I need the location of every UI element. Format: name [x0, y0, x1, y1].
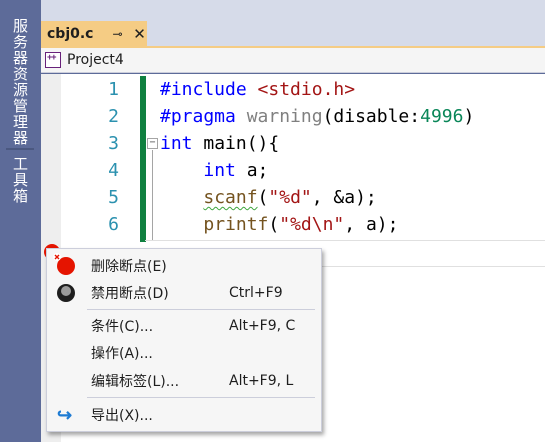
document-tab-title: cbj0.c	[47, 25, 94, 42]
menu-separator	[87, 397, 315, 398]
function-call-warning: scanf	[203, 187, 258, 208]
export-icon: ↪	[57, 405, 73, 425]
pragma-keyword: warning	[246, 106, 323, 127]
menu-item-edit-labels[interactable]: 编辑标签(L)... Alt+F9, L	[47, 368, 321, 394]
change-tracking-bar	[140, 76, 146, 242]
menu-item-conditions[interactable]: 条件(C)... Alt+F9, C	[47, 313, 321, 339]
project-dropdown[interactable]: Project4	[67, 52, 124, 68]
menu-separator	[87, 309, 315, 310]
document-tab-strip: cbj0.c ⊸ ✕	[41, 20, 545, 46]
close-icon[interactable]: ✕	[132, 25, 146, 43]
menu-label: 删除断点(E)	[91, 259, 167, 275]
pin-icon[interactable]: ⊸	[110, 27, 124, 41]
declaration: a;	[235, 160, 269, 181]
line-number: 2	[108, 106, 119, 127]
line-number: 1	[108, 79, 119, 100]
line-number: 3	[108, 133, 119, 154]
call-args: , &a);	[311, 187, 377, 208]
menu-item-actions[interactable]: 操作(A)...	[47, 340, 321, 366]
type-keyword: int	[160, 133, 193, 154]
code-line-1[interactable]: #include <stdio.h>	[160, 76, 355, 103]
pragma-args: (disable:	[322, 106, 421, 127]
warning-number: 4996	[420, 106, 464, 127]
paren: (	[268, 214, 280, 235]
menu-label: 导出(X)...	[91, 408, 153, 424]
outline-collapse-icon[interactable]: −	[147, 138, 158, 149]
line-number: 5	[108, 187, 119, 208]
line-number: 6	[108, 214, 119, 235]
server-explorer-tab[interactable]: 服务器资源管理器	[8, 16, 32, 146]
call-args: , a);	[344, 214, 399, 235]
code-line-5[interactable]: scanf("%d", &a);	[160, 184, 377, 211]
menu-shortcut: Ctrl+F9	[229, 285, 283, 301]
document-tab[interactable]: cbj0.c ⊸ ✕	[41, 21, 147, 46]
paren: (	[257, 187, 269, 208]
code-line-3[interactable]: int main(){	[160, 130, 279, 157]
preprocessor-directive: #include	[160, 79, 247, 100]
line-number: 4	[108, 160, 119, 181]
main-signature: main(){	[192, 133, 280, 154]
menu-label: 条件(C)...	[91, 319, 154, 335]
type-keyword: int	[203, 160, 236, 181]
preprocessor-directive: #pragma	[160, 106, 236, 127]
menu-item-delete-breakpoint[interactable]: 删除断点(E)	[47, 253, 321, 279]
menu-label: 禁用断点(D)	[91, 286, 169, 302]
top-band	[41, 0, 545, 20]
code-line-2[interactable]: #pragma warning(disable:4996)	[160, 103, 474, 130]
menu-item-disable-breakpoint[interactable]: 禁用断点(D) Ctrl+F9	[47, 280, 321, 306]
toolbox-tab[interactable]: 工具箱	[8, 154, 32, 210]
menu-label: 操作(A)...	[91, 346, 153, 362]
menu-shortcut: Alt+F9, C	[229, 318, 296, 334]
function-call: printf	[203, 214, 269, 235]
breakpoint-delete-icon	[53, 253, 75, 275]
navigation-bar[interactable]: Project4	[41, 48, 545, 73]
outline-guide-line	[152, 150, 153, 240]
include-header: <stdio.h>	[257, 79, 356, 100]
breakpoint-disable-icon	[57, 284, 75, 302]
side-tab-separator	[6, 148, 34, 150]
code-line-4[interactable]: int a;	[160, 157, 268, 184]
pragma-close: )	[463, 106, 475, 127]
code-line-6[interactable]: printf("%d\n", a);	[160, 211, 398, 238]
breakpoint-context-menu: 删除断点(E) 禁用断点(D) Ctrl+F9 条件(C)... Alt+F9,…	[46, 248, 322, 432]
menu-item-export[interactable]: ↪ 导出(X)...	[47, 402, 321, 428]
side-tool-strip: 服务器资源管理器 工具箱	[0, 0, 41, 442]
menu-shortcut: Alt+F9, L	[229, 373, 294, 389]
format-string: "%d\n"	[279, 214, 345, 235]
menu-label: 编辑标签(L)...	[91, 374, 180, 390]
cpp-project-icon	[45, 52, 61, 68]
format-string: "%d"	[268, 187, 312, 208]
